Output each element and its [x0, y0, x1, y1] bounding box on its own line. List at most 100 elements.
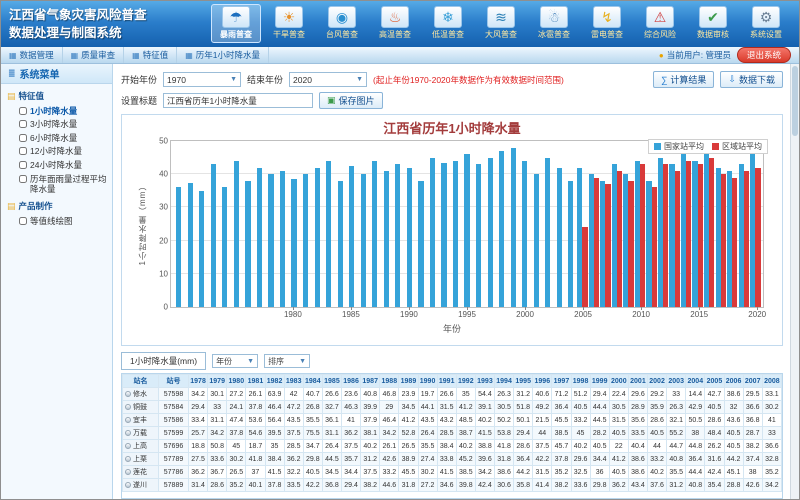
table-row-57599[interactable]: 万载5759925.734.237.854.639.537.575.531.13…: [123, 427, 782, 440]
sidebar-item-checkbox[interactable]: [19, 120, 27, 128]
value-cell: 32: [724, 401, 743, 414]
value-cell: 38.9: [399, 453, 418, 466]
toolbar-item-typhoon-survey[interactable]: ◉台风普查: [317, 4, 367, 43]
exit-system-button[interactable]: 退出系统: [737, 47, 791, 63]
value-cell: 31.6: [705, 453, 724, 466]
sidebar-item-checkbox[interactable]: [19, 175, 27, 183]
value-cell: 45.7: [552, 440, 571, 453]
chart-plot: 1小时降水量（mm） 01020304050198019851990199520…: [170, 140, 764, 308]
value-cell: 43.6: [724, 414, 743, 427]
value-cell: 29.4: [342, 479, 361, 492]
value-cell: 42.6: [743, 479, 762, 492]
value-cell: 30.2: [762, 401, 781, 414]
sidebar-item-checkbox[interactable]: [19, 147, 27, 155]
sidebar-item-checkbox[interactable]: [19, 217, 27, 225]
toolbar-item-system-settings[interactable]: ⚙系统设置: [741, 4, 791, 43]
value-cell: 27.2: [227, 388, 246, 401]
value-cell: 40.5: [724, 427, 743, 440]
station-id-cell: 57599: [159, 427, 189, 440]
value-cell: 48.5: [456, 414, 475, 427]
sidebar-item-checkbox[interactable]: [19, 107, 27, 115]
toolbar-item-lowtemp-survey[interactable]: ❄低温普查: [423, 4, 473, 43]
value-cell: 32.7: [322, 401, 341, 414]
value-cell: 27.4: [418, 453, 437, 466]
value-cell: 49.2: [533, 401, 552, 414]
bar: [384, 171, 389, 307]
toolbar-item-hail-survey[interactable]: ☃冰雹普查: [529, 4, 579, 43]
bar-group-2010: [634, 141, 646, 307]
sidebar-item-checkbox[interactable]: [19, 161, 27, 169]
toolbar-item-drought-survey[interactable]: ☀干旱普查: [264, 4, 314, 43]
value-cell: 28.5: [284, 440, 303, 453]
sidebar-item-0-2[interactable]: 6小时降水量: [7, 131, 110, 145]
toolbar-item-risk-overview[interactable]: ⚠综合风险: [635, 4, 685, 43]
value-cell: 38.5: [456, 466, 475, 479]
end-year-select[interactable]: 2020 ▼: [289, 72, 367, 87]
table-row-57786[interactable]: 莲花5778636.236.726.53741.532.240.534.534.…: [123, 466, 782, 479]
chart-title-input[interactable]: [163, 93, 313, 108]
table-sort-field-select[interactable]: 年份 ▼: [212, 354, 258, 368]
table-sort-order-select[interactable]: 排序 ▼: [264, 354, 310, 368]
table-row-57696[interactable]: 上高5769618.850.84518.73528.534.726.437.54…: [123, 440, 782, 453]
sidebar-title: ≣ 系统菜单: [1, 64, 112, 84]
value-cell: 38.1: [361, 427, 380, 440]
value-cell: 40.5: [590, 440, 609, 453]
bar: [499, 151, 504, 307]
start-year-select[interactable]: 1970 ▼: [163, 72, 241, 87]
sidebar-item-0-4[interactable]: 24小时降水量: [7, 159, 110, 173]
bar-group-1992: [427, 141, 439, 307]
bar: [663, 164, 668, 307]
tab-0[interactable]: ▦数据管理: [1, 47, 63, 63]
sidebar-item-1-0[interactable]: 等值线绘图: [7, 214, 110, 228]
tab-1[interactable]: ▦质量审查: [63, 47, 125, 63]
chevron-down-icon: ▼: [230, 76, 237, 83]
table-row-57584[interactable]: 铜鼓5758429.43324.137.846.447.226.832.746.…: [123, 401, 782, 414]
table-body: 修水5759834.230.127.226.163.94240.726.623.…: [123, 388, 782, 492]
toolbar-item-data-audit[interactable]: ✔数据审核: [688, 4, 738, 43]
value-cell: 63.9: [265, 388, 284, 401]
col-year-1996: 1996: [533, 375, 552, 388]
sidebar-group-label[interactable]: ▤特征值: [7, 88, 110, 104]
toolbar-item-lightning-survey[interactable]: ↯雷电普查: [582, 4, 632, 43]
table-row-57598[interactable]: 修水5759834.230.127.226.163.94240.726.623.…: [123, 388, 782, 401]
page-scrollbar[interactable]: [790, 64, 799, 499]
table-row-57586[interactable]: 宜丰5758633.431.147.453.656.443.535.536.14…: [123, 414, 782, 427]
toolbar-item-label: 数据审核: [689, 29, 737, 40]
value-cell: 29.4: [590, 388, 609, 401]
sidebar-item-0-0[interactable]: 1小时降水量: [7, 104, 110, 118]
tab-3[interactable]: ▦历年1小时降水量: [177, 47, 269, 63]
legend-item: 区域站平均: [712, 141, 762, 152]
calc-result-button[interactable]: ∑ 计算结果: [653, 71, 714, 88]
legend-label: 区域站平均: [722, 141, 762, 152]
sidebar-item-0-5[interactable]: 历年面雨量过程平均降水量: [7, 172, 110, 196]
value-cell: 41: [342, 414, 361, 427]
bar-group-1995: [461, 141, 473, 307]
table-row-57789[interactable]: 上栗5778927.533.630.241.838.436.229.844.53…: [123, 453, 782, 466]
table-row-57889[interactable]: 遂川5788931.428.635.240.137.833.542.236.82…: [123, 479, 782, 492]
bar-group-1974: [219, 141, 231, 307]
bar: [441, 163, 446, 307]
value-cell: 44.5: [322, 453, 341, 466]
save-image-button[interactable]: ▣ 保存图片: [319, 92, 383, 109]
value-cell: 37.5: [533, 440, 552, 453]
data-download-button[interactable]: ⇩ 数据下载: [720, 71, 783, 88]
value-cell: 45: [227, 440, 246, 453]
scrollbar-thumb[interactable]: [792, 66, 798, 136]
chevron-down-icon: ▼: [247, 358, 254, 365]
value-cell: 30.1: [208, 388, 227, 401]
value-cell: 36: [590, 466, 609, 479]
value-cell: 33.1: [762, 388, 781, 401]
sidebar-item-0-1[interactable]: 3小时降水量: [7, 118, 110, 132]
toolbar-item-hightemp-survey[interactable]: ♨高温普查: [370, 4, 420, 43]
bar-group-1984: [334, 141, 346, 307]
tab-2[interactable]: ▦特征值: [124, 47, 177, 63]
sidebar-item-checkbox[interactable]: [19, 134, 27, 142]
sidebar-group-label[interactable]: ▤产品制作: [7, 198, 110, 214]
value-cell: 35.4: [705, 479, 724, 492]
sidebar-item-0-3[interactable]: 12小时降水量: [7, 145, 110, 159]
toolbar-item-rainstorm-survey[interactable]: ☂暴雨普查: [211, 4, 261, 43]
col-year-1994: 1994: [495, 375, 514, 388]
toolbar-item-wind-survey[interactable]: ≋大风普查: [476, 4, 526, 43]
value-cell: 34.4: [590, 453, 609, 466]
value-cell: 36.7: [208, 466, 227, 479]
